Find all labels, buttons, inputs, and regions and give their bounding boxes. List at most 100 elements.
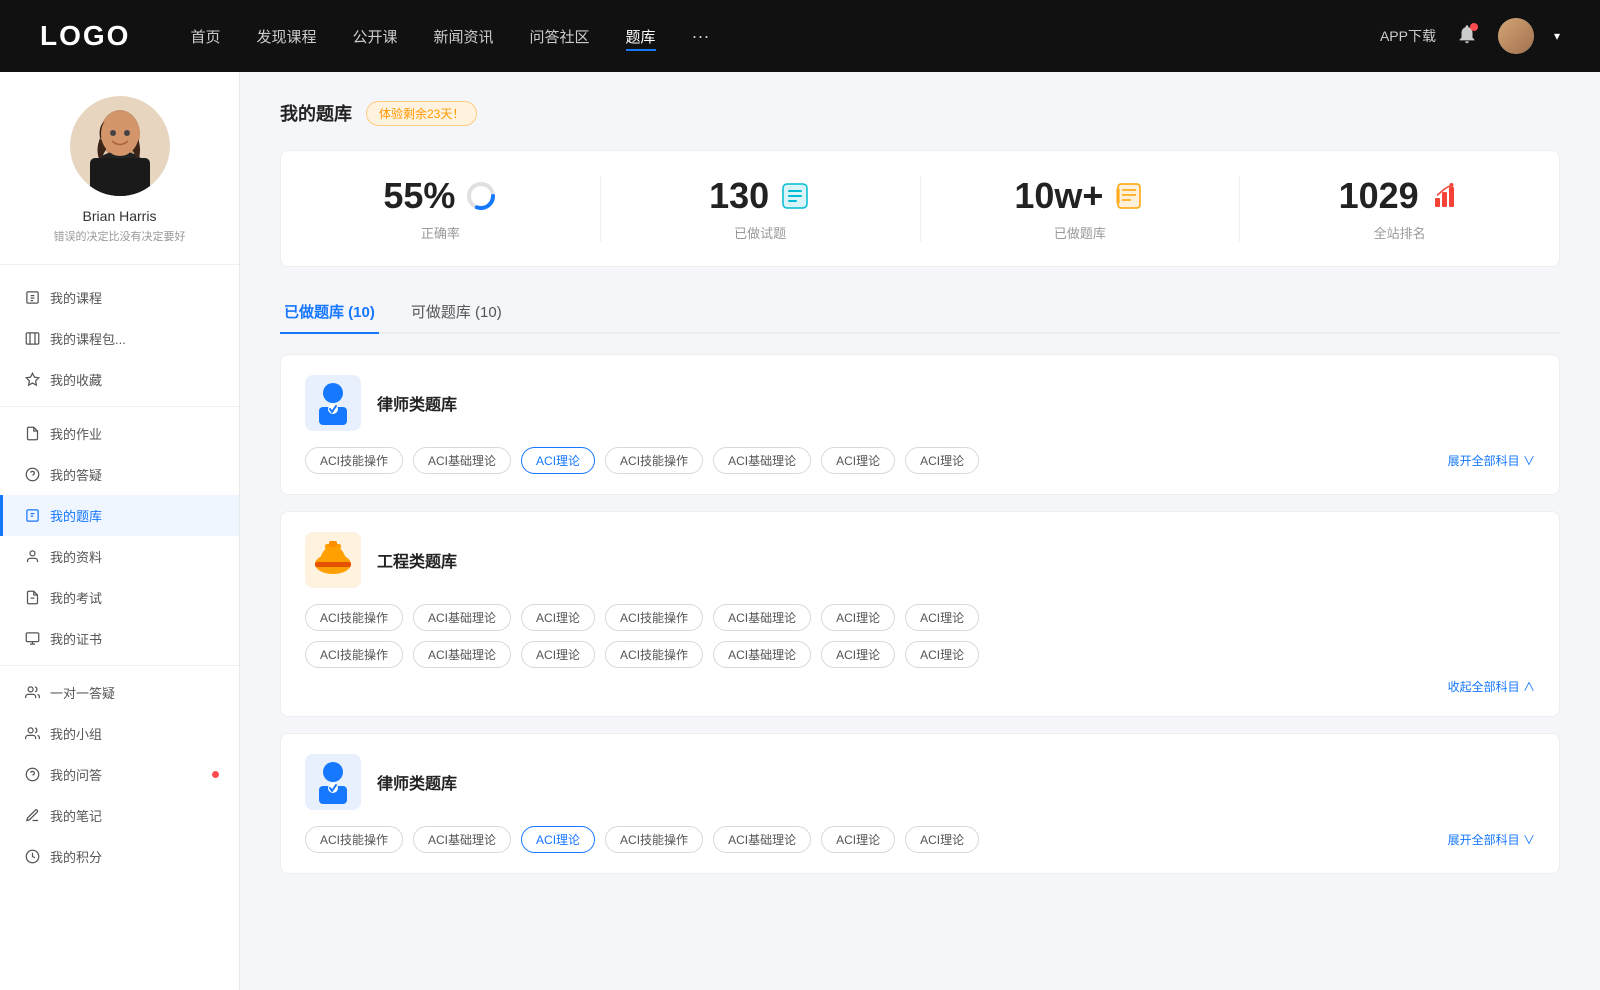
user-avatar[interactable] [1498,18,1534,54]
tag-2b-6[interactable]: ACI理论 [905,641,979,668]
tag-1-6[interactable]: ACI理论 [905,447,979,474]
tag-1-4[interactable]: ACI基础理论 [713,447,811,474]
homework-icon [24,426,40,442]
sidebar-item-qa[interactable]: 我的答疑 [0,454,239,495]
sidebar-item-package[interactable]: 我的课程包... [0,318,239,359]
tag-2b-5[interactable]: ACI理论 [821,641,895,668]
nav-open-course[interactable]: 公开课 [352,22,397,51]
nav-more[interactable]: ··· [692,22,710,51]
tag-3-2[interactable]: ACI理论 [521,826,595,853]
bank-card-header-1: 律师类题库 [305,375,1535,431]
sidebar-item-profile[interactable]: 我的资料 [0,536,239,577]
stat-accuracy-row: 55% [383,175,497,217]
exam-icon [24,590,40,606]
sidebar-item-homework[interactable]: 我的作业 [0,413,239,454]
tag-1-1[interactable]: ACI基础理论 [413,447,511,474]
sidebar-item-question[interactable]: 我的问答 [0,754,239,795]
sidebar-item-course[interactable]: 我的课程 [0,277,239,318]
bank-card-engineer: 工程类题库 ACI技能操作 ACI基础理论 ACI理论 ACI技能操作 ACI基… [280,511,1560,717]
stat-done-b-value: 10w+ [1014,175,1103,217]
tag-3-4[interactable]: ACI基础理论 [713,826,811,853]
tag-3-0[interactable]: ACI技能操作 [305,826,403,853]
sidebar-label-favorites: 我的收藏 [50,370,102,389]
star-icon [24,372,40,388]
sidebar-label-package: 我的课程包... [50,329,126,348]
nav-news[interactable]: 新闻资讯 [434,22,494,51]
expand-btn-1[interactable]: 展开全部科目 ∨ [1432,452,1535,469]
tag-2b-1[interactable]: ACI基础理论 [413,641,511,668]
tag-2-5[interactable]: ACI理论 [821,604,895,631]
stat-done-banks: 10w+ 已做题库 [921,175,1241,242]
tag-2-0[interactable]: ACI技能操作 [305,604,403,631]
bank-title-1: 律师类题库 [377,391,457,415]
nav-right: APP下载 ▾ [1380,18,1560,54]
sidebar-item-cert[interactable]: 我的证书 [0,618,239,659]
tag-1-3[interactable]: ACI技能操作 [605,447,703,474]
sidebar-label-cert: 我的证书 [50,629,102,648]
stat-rank-label: 全站排名 [1374,223,1426,242]
question-dot [212,771,219,778]
sidebar-item-bank[interactable]: 我的题库 [0,495,239,536]
sidebar-label-one-on-one: 一对一答疑 [50,683,115,702]
sidebar-item-one-on-one[interactable]: 一对一答疑 [0,672,239,713]
stat-done-b-label: 已做题库 [1054,223,1106,242]
nav-discover[interactable]: 发现课程 [256,22,316,51]
layout: Brian Harris 错误的决定比没有决定要好 我的课程 我的课程包... [0,72,1600,990]
sidebar-label-exam: 我的考试 [50,588,102,607]
tag-2b-4[interactable]: ACI基础理论 [713,641,811,668]
nav-bank[interactable]: 题库 [626,22,656,51]
tag-3-5[interactable]: ACI理论 [821,826,895,853]
tag-2b-0[interactable]: ACI技能操作 [305,641,403,668]
lawyer-icon-2 [305,754,361,810]
sidebar-item-note[interactable]: 我的笔记 [0,795,239,836]
profile-avatar [70,96,170,196]
list-icon [779,180,811,212]
stat-accuracy-label: 正确率 [421,223,460,242]
sidebar-label-profile: 我的资料 [50,547,102,566]
page-header: 我的题库 体验剩余23天！ [280,100,1560,126]
notification-dot [1470,23,1478,31]
engineer-icon [305,532,361,588]
page-title: 我的题库 [280,100,352,126]
sidebar-item-group[interactable]: 我的小组 [0,713,239,754]
top-nav: LOGO 首页 发现课程 公开课 新闻资讯 问答社区 题库 ··· APP下载 … [0,0,1600,72]
tag-3-1[interactable]: ACI基础理论 [413,826,511,853]
nav-home[interactable]: 首页 [190,22,220,51]
sidebar-item-exam[interactable]: 我的考试 [0,577,239,618]
tag-3-3[interactable]: ACI技能操作 [605,826,703,853]
tab-available[interactable]: 可做题库 (10) [407,291,506,334]
tag-3-6[interactable]: ACI理论 [905,826,979,853]
user-menu-chevron[interactable]: ▾ [1554,29,1560,43]
sidebar-profile: Brian Harris 错误的决定比没有决定要好 [0,96,239,265]
profile-name: Brian Harris [83,208,157,224]
tag-1-0[interactable]: ACI技能操作 [305,447,403,474]
expand-btn-3[interactable]: 展开全部科目 ∨ [1432,831,1535,848]
cert-icon [24,631,40,647]
tag-2-2[interactable]: ACI理论 [521,604,595,631]
tab-done[interactable]: 已做题库 (10) [280,291,379,334]
sidebar-item-points[interactable]: 我的积分 [0,836,239,877]
stat-accuracy-value: 55% [383,175,455,217]
tag-1-5[interactable]: ACI理论 [821,447,895,474]
sidebar-item-favorites[interactable]: 我的收藏 [0,359,239,400]
one-on-one-icon [24,685,40,701]
notification-bell[interactable] [1456,23,1478,50]
tag-2-4[interactable]: ACI基础理论 [713,604,811,631]
logo: LOGO [40,20,130,52]
tag-2b-2[interactable]: ACI理论 [521,641,595,668]
profile-icon [24,549,40,565]
tabs-row: 已做题库 (10) 可做题库 (10) [280,291,1560,334]
tag-2-3[interactable]: ACI技能操作 [605,604,703,631]
donut-icon [465,180,497,212]
tag-2b-3[interactable]: ACI技能操作 [605,641,703,668]
qa-icon [24,467,40,483]
app-download-btn[interactable]: APP下载 [1380,26,1436,46]
tag-2-1[interactable]: ACI基础理论 [413,604,511,631]
bar-chart-rank-icon [1429,180,1461,212]
tag-1-2[interactable]: ACI理论 [521,447,595,474]
notebook-icon [1113,180,1145,212]
nav-qa[interactable]: 问答社区 [530,22,590,51]
collapse-btn-2[interactable]: 收起全部科目 ∧ [1448,680,1535,694]
bank-tags-3: ACI技能操作 ACI基础理论 ACI理论 ACI技能操作 ACI基础理论 AC… [305,826,979,853]
tag-2-6[interactable]: ACI理论 [905,604,979,631]
